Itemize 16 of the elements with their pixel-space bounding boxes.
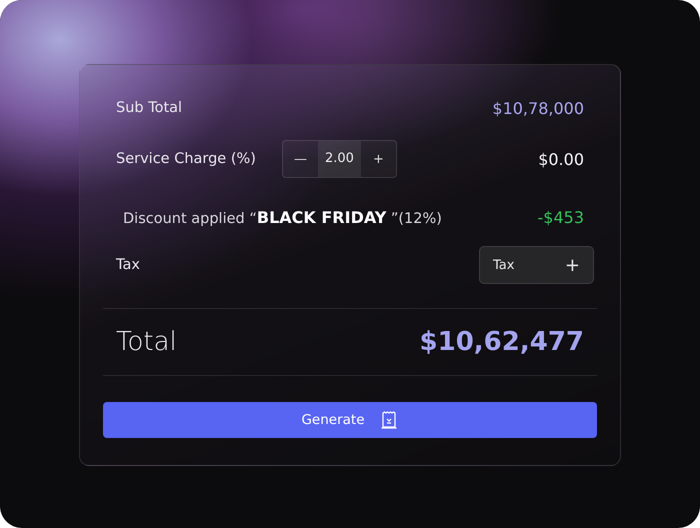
row-amount: $0.00 [538, 150, 584, 168]
discount-text: Discount applied “BLACK FRIDAY ”(12%) [122, 208, 442, 226]
row-label: Service Charge (%) [116, 151, 256, 167]
add-tax-button[interactable]: Tax + [479, 246, 594, 284]
generate-button[interactable]: Generate [103, 402, 597, 438]
row-amount: $10,78,000 [492, 98, 584, 118]
stepper-value: 2.00 [318, 141, 361, 177]
total-label: Total [116, 327, 177, 357]
total-amount: $10,62,477 [420, 327, 584, 357]
receipt-icon [378, 410, 399, 430]
row-label: Tax [116, 257, 140, 273]
row-amount: -$453 [538, 208, 584, 226]
increment-button[interactable]: + [360, 141, 396, 177]
row-label: Sub Total [116, 100, 182, 116]
decrement-button[interactable]: — [282, 141, 318, 177]
percent-stepper[interactable]: — 2.00 + [282, 140, 397, 178]
